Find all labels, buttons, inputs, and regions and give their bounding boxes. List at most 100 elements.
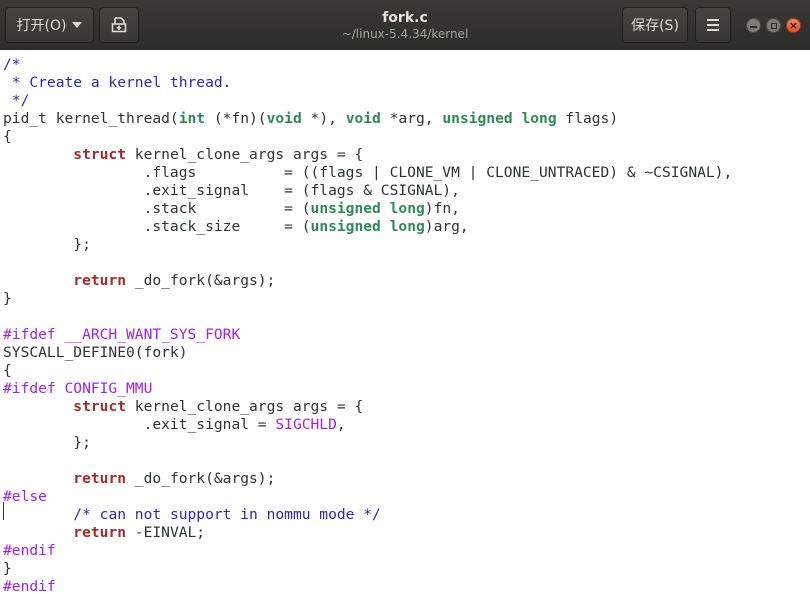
code-token: .flags = ((flags | CLONE_VM | CLONE_UNTR… [3, 164, 733, 181]
code-token: .exit_signal = [3, 416, 276, 433]
code-token: { [3, 362, 12, 379]
code-token: )fn, [424, 200, 460, 217]
open-button[interactable]: 打开(O) [5, 7, 94, 43]
code-token: kernel_clone_args args = { [126, 146, 364, 163]
code-token: _do_fork(&args); [126, 272, 276, 289]
code-token: SIGCHLD [275, 416, 337, 433]
code-line: } [3, 290, 732, 308]
window-title: fork.c [382, 10, 428, 26]
code-line: { [3, 128, 732, 146]
code-token: return [73, 524, 127, 541]
code-line: struct kernel_clone_args args = { [3, 146, 732, 164]
new-document-icon [111, 17, 127, 33]
code-token: }; [3, 434, 91, 451]
code-line: struct kernel_clone_args args = { [3, 398, 732, 416]
header-bar: 打开(O) fork.c ~/linux-5.4.34/kernel 保存(S)… [0, 0, 810, 51]
code-token: * Create a kernel thread. [3, 74, 232, 91]
code-token: *arg, [380, 110, 443, 127]
maximize-icon [770, 22, 777, 29]
code-token: kernel_clone_args args = { [126, 398, 364, 415]
code-text: /* * Create a kernel thread. */pid_t ker… [3, 56, 732, 594]
code-token: { [3, 128, 12, 145]
code-token: struct [73, 398, 127, 415]
code-token: pid_t kernel_thread( [3, 110, 179, 127]
code-line: #ifdef CONFIG_MMU [3, 380, 732, 398]
code-token: unsigned [310, 218, 381, 235]
code-token: /* can not support in nommu mode */ [73, 506, 381, 523]
code-line: return _do_fork(&args); [3, 470, 732, 488]
code-token: unsigned [442, 110, 513, 127]
code-token: #else [3, 488, 47, 505]
code-token: */ [3, 92, 30, 109]
code-line: .exit_signal = SIGCHLD, [3, 416, 732, 434]
code-token: #ifdef CONFIG_MMU [3, 380, 153, 397]
window-title-block: fork.c ~/linux-5.4.34/kernel [255, 9, 555, 42]
save-button[interactable]: 保存(S) [622, 7, 688, 43]
code-line: return _do_fork(&args); [3, 272, 732, 290]
code-token: long [521, 110, 557, 127]
close-icon: × [788, 19, 799, 32]
code-line: * Create a kernel thread. [3, 74, 732, 92]
code-line: pid_t kernel_thread(int (*fn)(void *), v… [3, 110, 732, 128]
code-token: } [3, 560, 12, 577]
open-button-label: 打开(O) [16, 18, 67, 34]
code-token: int [178, 110, 206, 127]
code-line: #endif [3, 542, 732, 560]
code-line: return -EINVAL; [3, 524, 732, 542]
code-line: .exit_signal = (flags & CSIGNAL), [3, 182, 732, 200]
code-line: .stack = (unsigned long)fn, [3, 200, 732, 218]
code-token: )arg, [424, 218, 469, 235]
code-token: #endif [3, 578, 56, 594]
code-token: flags) [556, 110, 619, 127]
code-token: return [73, 272, 127, 289]
code-token: /* [3, 56, 21, 73]
code-line: #else [3, 488, 732, 506]
chevron-down-icon [72, 22, 83, 28]
code-token: -EINVAL; [126, 524, 206, 541]
code-token: _do_fork(&args); [126, 470, 276, 487]
code-token: .stack_size = ( [3, 218, 311, 235]
code-line: #endif [3, 578, 732, 594]
code-line: .flags = ((flags | CLONE_VM | CLONE_UNTR… [3, 164, 733, 182]
hamburger-menu-icon [707, 19, 719, 31]
minimize-button[interactable] [746, 18, 761, 33]
close-button[interactable]: × [786, 18, 801, 33]
code-token: } [3, 290, 12, 307]
code-token: .exit_signal = (flags & CSIGNAL), [3, 182, 460, 199]
code-line: #ifdef __ARCH_WANT_SYS_FORK [3, 326, 732, 344]
code-line: } [3, 560, 732, 578]
menu-button[interactable] [695, 7, 731, 43]
code-line: /* can not support in nommu mode */ [3, 506, 732, 524]
code-token: }; [3, 236, 91, 253]
code-token: void [266, 110, 302, 127]
code-token: return [73, 470, 127, 487]
code-token: struct [73, 146, 127, 163]
maximize-button[interactable] [766, 18, 781, 33]
code-line: /* [3, 56, 732, 74]
code-token: #ifdef __ARCH_WANT_SYS_FORK [3, 326, 241, 343]
code-token: void [345, 110, 381, 127]
code-token: *), [301, 110, 346, 127]
save-button-label: 保存(S) [631, 18, 679, 34]
code-line: */ [3, 92, 732, 110]
new-document-button[interactable] [99, 7, 139, 43]
code-line: SYSCALL_DEFINE0(fork) [3, 344, 732, 362]
code-token: , [336, 416, 346, 433]
code-editor[interactable]: /* * Create a kernel thread. */pid_t ker… [0, 50, 810, 594]
code-token: (*fn)( [205, 110, 267, 127]
code-token: long [389, 200, 425, 217]
code-token: SYSCALL_DEFINE0(fork) [3, 344, 188, 361]
text-cursor [3, 502, 4, 520]
code-line: .stack_size = (unsigned long)arg, [3, 218, 732, 236]
